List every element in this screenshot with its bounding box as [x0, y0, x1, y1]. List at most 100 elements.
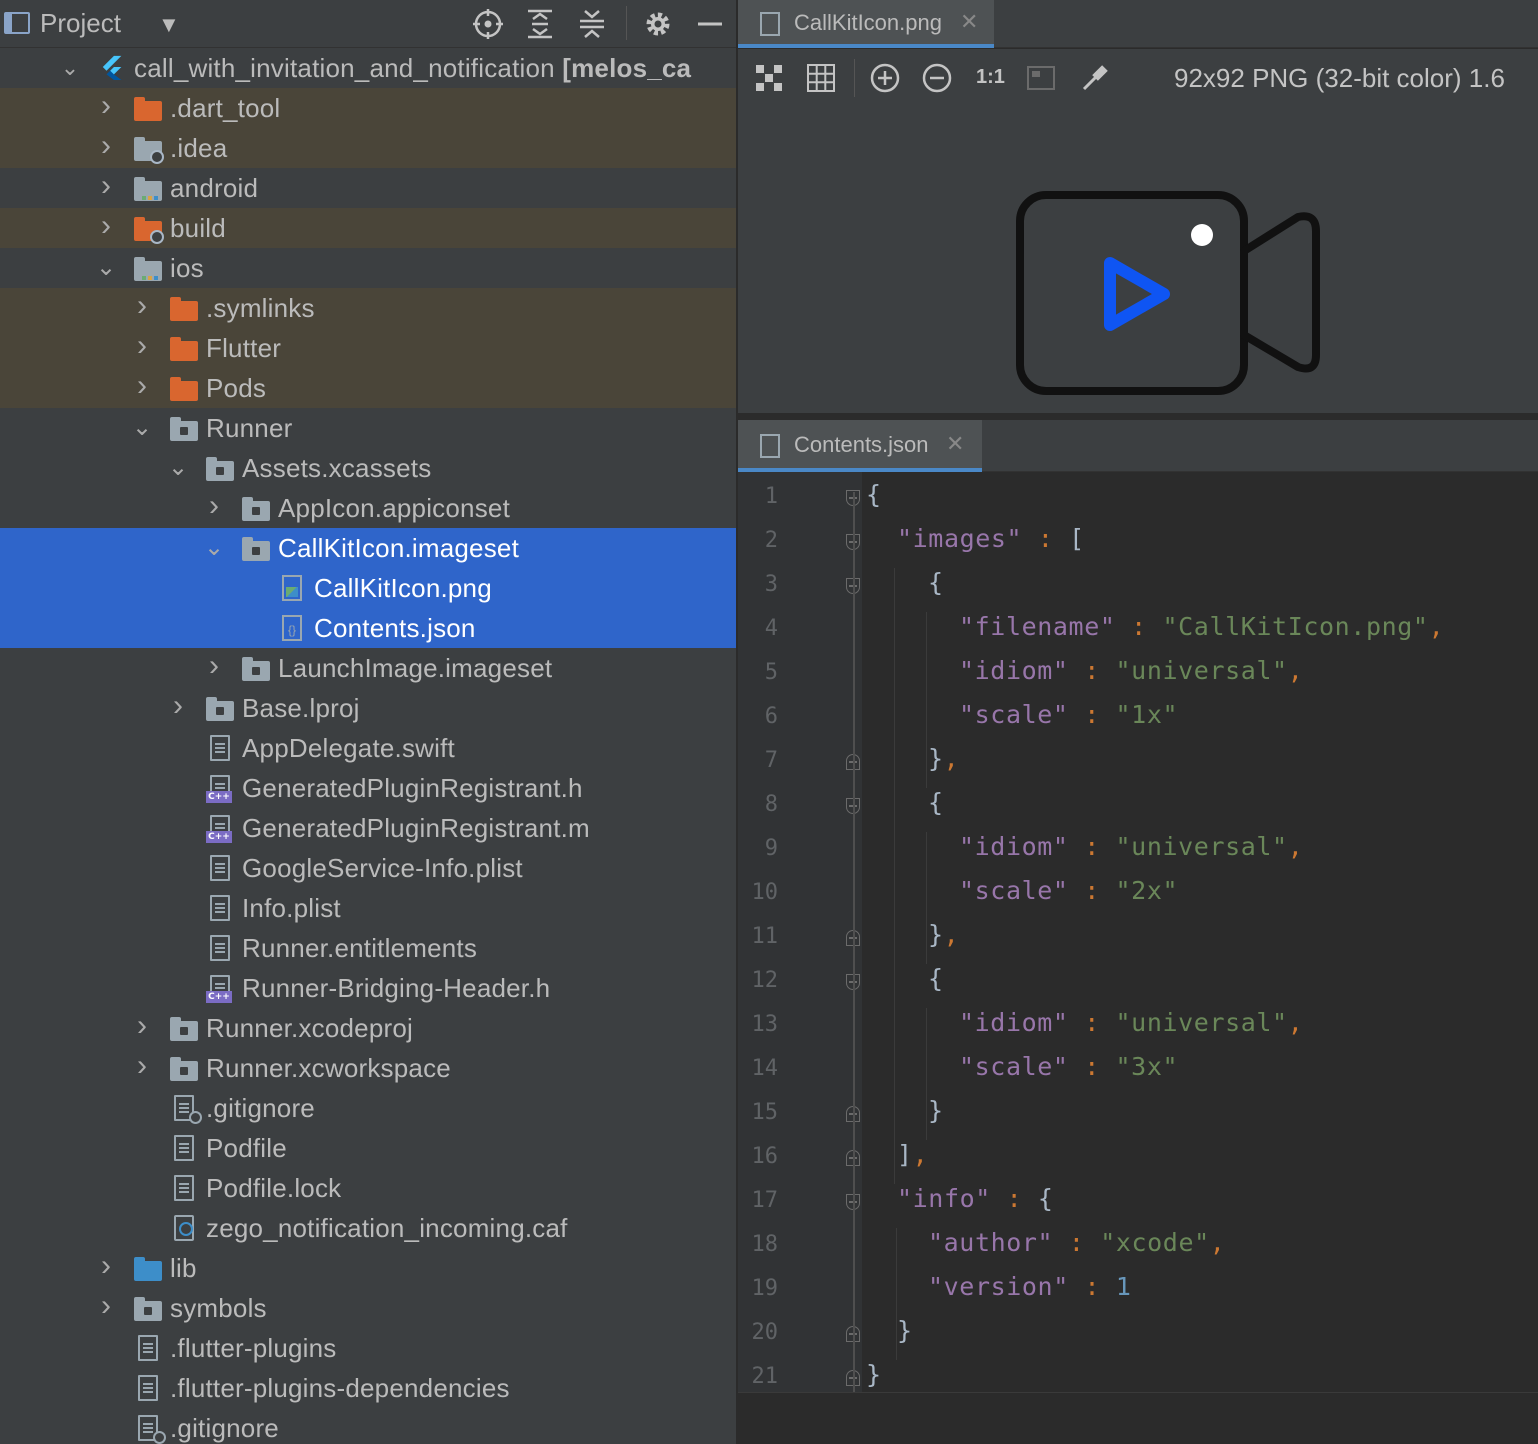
tree-item[interactable]: zego_notification_incoming.caf — [0, 1208, 736, 1248]
tree-item[interactable]: Podfile.lock — [0, 1168, 736, 1208]
tree-item[interactable]: › build — [0, 208, 736, 248]
code-line[interactable]: "idiom" : "universal", — [866, 1008, 1303, 1037]
chevron-right-icon[interactable]: › — [132, 1011, 152, 1042]
chevron-down-icon[interactable]: ⌄ — [96, 254, 116, 282]
tree-item[interactable]: AppDelegate.swift — [0, 728, 736, 768]
code-editor[interactable]: 1 2 3 4 5 6 7 8 9 10 11 12 13 14 15 16 17 18 19 20 21 {"imag… — [738, 472, 1538, 1444]
chevron-right-icon[interactable]: › — [96, 211, 116, 242]
chevron-right-icon[interactable]: › — [132, 291, 152, 322]
chevron-right-icon[interactable]: › — [132, 371, 152, 402]
gear-icon[interactable] — [640, 6, 676, 42]
chevron-right-icon[interactable]: › — [168, 691, 188, 722]
fit-zoom-icon[interactable] — [752, 61, 786, 95]
line-number: 13 — [751, 1012, 779, 1037]
code-line[interactable]: "scale" : "2x" — [866, 876, 1178, 905]
tree-item[interactable]: › symbols — [0, 1288, 736, 1328]
tab-callkiticon-png[interactable]: CallKitIcon.png ✕ — [738, 0, 994, 48]
tree-item[interactable]: › lib — [0, 1248, 736, 1288]
text-file-icon — [206, 855, 236, 881]
tree-item[interactable]: Info.plist — [0, 888, 736, 928]
split-divider[interactable] — [738, 413, 1538, 417]
code-line[interactable]: "author" : "xcode", — [866, 1228, 1225, 1257]
tree-item[interactable]: .gitignore — [0, 1408, 736, 1444]
tree-item[interactable]: ⌄ Assets.xcassets — [0, 448, 736, 488]
tree-item[interactable]: › .symlinks — [0, 288, 736, 328]
color-picker-icon[interactable] — [1078, 61, 1112, 95]
tree-item[interactable]: Podfile — [0, 1128, 736, 1168]
tree-item[interactable]: ⌄ Runner — [0, 408, 736, 448]
close-icon[interactable]: ✕ — [946, 431, 964, 457]
chevron-right-icon[interactable]: › — [96, 131, 116, 162]
tree-item[interactable]: .gitignore — [0, 1088, 736, 1128]
chevron-right-icon[interactable]: › — [132, 331, 152, 362]
chevron-right-icon[interactable]: › — [204, 491, 224, 522]
code-line[interactable]: } — [866, 1096, 944, 1125]
tree-item[interactable]: › Runner.xcworkspace — [0, 1048, 736, 1088]
code-line[interactable]: "idiom" : "universal", — [866, 832, 1303, 861]
code-line[interactable]: "scale" : "3x" — [866, 1052, 1178, 1081]
tab-contents-json[interactable]: Contents.json ✕ — [738, 420, 982, 472]
chevron-right-icon[interactable]: › — [96, 1251, 116, 1282]
chevron-down-icon[interactable]: ⌄ — [60, 54, 80, 82]
chevron-right-icon[interactable]: › — [204, 651, 224, 682]
tree-item[interactable]: › LaunchImage.imageset — [0, 648, 736, 688]
tree-item[interactable]: ⌄ CallKitIcon.imageset — [0, 528, 736, 568]
editor-empty-area[interactable] — [738, 1392, 1538, 1444]
zoom-out-icon[interactable] — [920, 61, 954, 95]
code-line[interactable]: "scale" : "1x" — [866, 700, 1178, 729]
tree-item[interactable]: Runner.entitlements — [0, 928, 736, 968]
tree-item[interactable]: C++ Runner-Bridging-Header.h — [0, 968, 736, 1008]
code-line[interactable]: ], — [866, 1140, 928, 1169]
project-pane-icon[interactable] — [4, 12, 30, 34]
chevron-right-icon[interactable]: › — [96, 1291, 116, 1322]
code-line[interactable]: { — [866, 480, 882, 509]
tree-item[interactable]: .flutter-plugins-dependencies — [0, 1368, 736, 1408]
code-line[interactable]: "filename" : "CallKitIcon.png", — [866, 612, 1444, 641]
code-line[interactable]: "version" : 1 — [866, 1272, 1132, 1301]
code-line[interactable]: "images" : [ — [866, 524, 1085, 553]
chevron-down-icon[interactable]: ⌄ — [168, 454, 188, 482]
code-line[interactable]: { — [866, 964, 944, 993]
tree-item[interactable]: › AppIcon.appiconset — [0, 488, 736, 528]
tree-item[interactable]: C++ GeneratedPluginRegistrant.h — [0, 768, 736, 808]
grid-icon[interactable] — [804, 61, 838, 95]
tree-item[interactable]: GoogleService-Info.plist — [0, 848, 736, 888]
chevron-down-icon[interactable]: ⌄ — [204, 534, 224, 562]
select-opened-file-icon[interactable] — [470, 6, 506, 42]
tree-item[interactable]: CallKitIcon.png — [0, 568, 736, 608]
tree-root-row[interactable]: ⌄ call_with_invitation_and_notification … — [0, 48, 736, 88]
code-line[interactable]: { — [866, 788, 944, 817]
code-line[interactable]: } — [866, 1316, 913, 1345]
code-line[interactable]: }, — [866, 744, 959, 773]
tree-item[interactable]: › .idea — [0, 128, 736, 168]
chevron-down-icon[interactable]: ▼ — [158, 12, 180, 38]
tree-item[interactable]: › Flutter — [0, 328, 736, 368]
project-view-title[interactable]: Project — [40, 8, 121, 39]
code-line[interactable]: { — [866, 568, 944, 597]
expand-all-icon[interactable] — [522, 6, 558, 42]
tree-item[interactable]: › Base.lproj — [0, 688, 736, 728]
tree-item[interactable]: C++ GeneratedPluginRegistrant.m — [0, 808, 736, 848]
chevron-right-icon[interactable]: › — [132, 1051, 152, 1082]
code-line[interactable]: "idiom" : "universal", — [866, 656, 1303, 685]
tree-item[interactable]: .flutter-plugins — [0, 1328, 736, 1368]
chevron-right-icon[interactable]: › — [96, 171, 116, 202]
tree-item[interactable]: › Runner.xcodeproj — [0, 1008, 736, 1048]
collapse-all-icon[interactable] — [574, 6, 610, 42]
tree-item[interactable]: Contents.json — [0, 608, 736, 648]
zoom-in-icon[interactable] — [868, 61, 902, 95]
tree-item[interactable]: › Pods — [0, 368, 736, 408]
tree-item[interactable]: ⌄ ios — [0, 248, 736, 288]
chevron-right-icon[interactable]: › — [96, 91, 116, 122]
chevron-down-icon[interactable]: ⌄ — [132, 414, 152, 442]
close-icon[interactable]: ✕ — [960, 9, 978, 35]
tree-item[interactable]: › android — [0, 168, 736, 208]
hide-panel-icon[interactable] — [692, 6, 728, 42]
code-line[interactable]: }, — [866, 920, 959, 949]
background-toggle-icon[interactable] — [1024, 61, 1058, 95]
code-line[interactable]: "info" : { — [866, 1184, 1054, 1213]
actual-size-button[interactable]: 1:1 — [976, 66, 1010, 100]
tree-item-label: .symlinks — [206, 293, 315, 323]
code-line[interactable]: } — [866, 1360, 882, 1389]
tree-item[interactable]: › .dart_tool — [0, 88, 736, 128]
